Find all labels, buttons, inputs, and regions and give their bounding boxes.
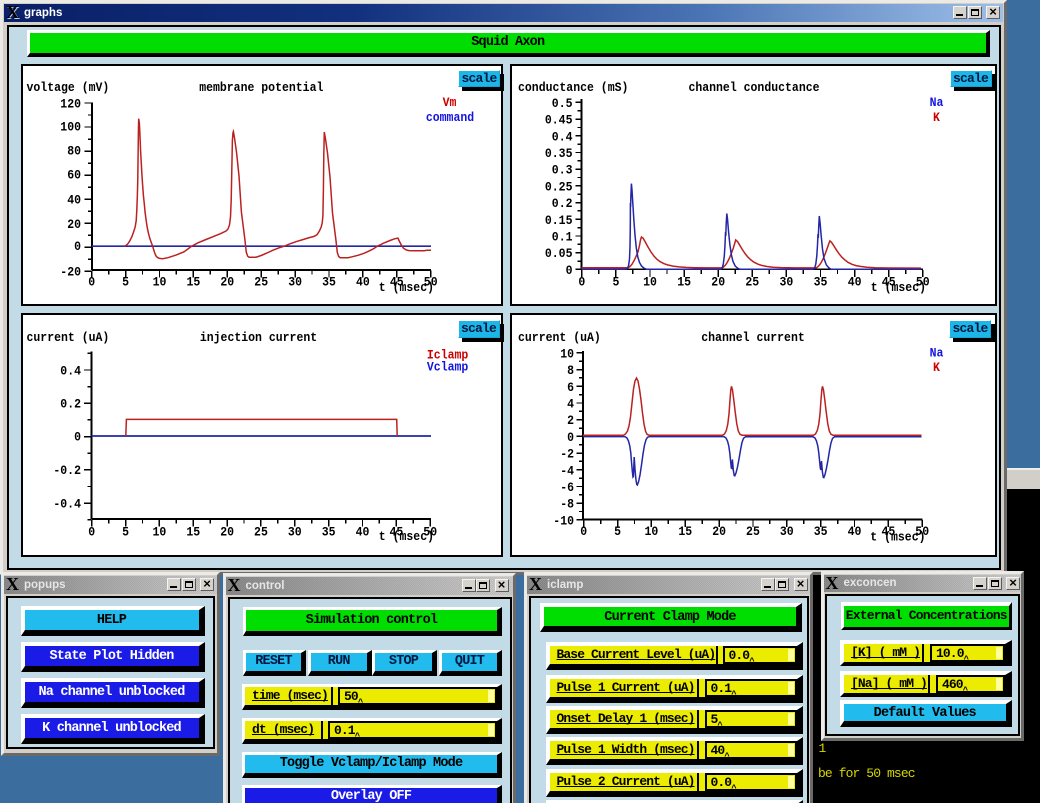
svg-text:40: 40 bbox=[848, 275, 862, 290]
svg-text:-0.4: -0.4 bbox=[53, 497, 81, 512]
svg-text:25: 25 bbox=[745, 275, 759, 290]
svg-text:t (msec): t (msec) bbox=[871, 280, 926, 295]
svg-text:25: 25 bbox=[254, 275, 268, 290]
svg-text:0: 0 bbox=[567, 430, 574, 445]
svg-text:35: 35 bbox=[322, 525, 336, 540]
svg-text:Vm: Vm bbox=[443, 95, 457, 110]
svg-text:Na: Na bbox=[930, 346, 944, 361]
svg-text:4: 4 bbox=[567, 397, 574, 412]
svg-text:5: 5 bbox=[614, 524, 621, 539]
svg-text:t (msec): t (msec) bbox=[379, 280, 434, 295]
svg-text:0.5: 0.5 bbox=[552, 96, 573, 111]
svg-text:membrane potential: membrane potential bbox=[199, 80, 323, 95]
svg-text:current (uA): current (uA) bbox=[518, 330, 601, 345]
svg-text:35: 35 bbox=[814, 524, 828, 539]
svg-text:K: K bbox=[933, 110, 940, 125]
svg-text:30: 30 bbox=[288, 275, 302, 290]
svg-text:0.3: 0.3 bbox=[552, 163, 573, 178]
svg-text:2: 2 bbox=[567, 413, 574, 428]
svg-text:5: 5 bbox=[122, 525, 129, 540]
svg-text:30: 30 bbox=[780, 275, 794, 290]
svg-text:t (msec): t (msec) bbox=[870, 530, 925, 545]
svg-text:20: 20 bbox=[220, 275, 234, 290]
svg-text:10: 10 bbox=[153, 275, 167, 290]
svg-text:0: 0 bbox=[580, 524, 587, 539]
svg-text:injection current: injection current bbox=[200, 330, 317, 345]
svg-text:-10: -10 bbox=[553, 513, 574, 528]
svg-text:0.1: 0.1 bbox=[552, 230, 573, 245]
svg-text:0: 0 bbox=[74, 239, 81, 254]
svg-text:25: 25 bbox=[254, 525, 268, 540]
svg-text:-4: -4 bbox=[560, 463, 574, 478]
svg-text:0.2: 0.2 bbox=[552, 196, 573, 211]
svg-text:K: K bbox=[933, 360, 940, 375]
svg-text:15: 15 bbox=[677, 275, 691, 290]
svg-text:40: 40 bbox=[356, 525, 370, 540]
svg-text:0: 0 bbox=[74, 430, 81, 445]
svg-text:30: 30 bbox=[288, 525, 302, 540]
svg-text:120: 120 bbox=[60, 97, 81, 112]
svg-text:35: 35 bbox=[322, 275, 336, 290]
svg-text:0: 0 bbox=[88, 525, 95, 540]
svg-text:20: 20 bbox=[711, 275, 725, 290]
svg-text:channel current: channel current bbox=[701, 330, 805, 345]
svg-text:100: 100 bbox=[60, 120, 81, 135]
svg-text:10: 10 bbox=[560, 346, 574, 361]
svg-text:25: 25 bbox=[746, 524, 760, 539]
svg-text:15: 15 bbox=[678, 524, 692, 539]
svg-text:10: 10 bbox=[153, 525, 167, 540]
svg-text:0.15: 0.15 bbox=[545, 213, 573, 228]
svg-text:60: 60 bbox=[67, 167, 81, 182]
svg-text:0: 0 bbox=[578, 275, 585, 290]
svg-text:0.4: 0.4 bbox=[60, 364, 81, 379]
svg-text:-8: -8 bbox=[560, 497, 574, 512]
svg-text:10: 10 bbox=[645, 524, 659, 539]
svg-text:30: 30 bbox=[780, 524, 794, 539]
svg-text:0: 0 bbox=[88, 275, 95, 290]
svg-text:channel conductance: channel conductance bbox=[688, 80, 819, 95]
svg-text:40: 40 bbox=[67, 193, 81, 208]
svg-text:Vclamp: Vclamp bbox=[427, 360, 469, 375]
svg-text:35: 35 bbox=[814, 275, 828, 290]
svg-text:0.2: 0.2 bbox=[60, 397, 81, 412]
svg-text:conductance (mS): conductance (mS) bbox=[518, 80, 628, 95]
svg-text:5: 5 bbox=[612, 275, 619, 290]
svg-text:8: 8 bbox=[567, 363, 574, 378]
svg-text:Na: Na bbox=[930, 95, 944, 110]
svg-text:0.25: 0.25 bbox=[545, 179, 573, 194]
svg-text:5: 5 bbox=[122, 275, 129, 290]
svg-text:20: 20 bbox=[67, 217, 81, 232]
svg-text:15: 15 bbox=[187, 275, 201, 290]
svg-text:0: 0 bbox=[566, 263, 573, 278]
svg-text:40: 40 bbox=[356, 275, 370, 290]
svg-text:0.35: 0.35 bbox=[545, 146, 573, 161]
svg-text:0.45: 0.45 bbox=[545, 113, 573, 128]
svg-text:15: 15 bbox=[186, 525, 200, 540]
svg-text:voltage (mV): voltage (mV) bbox=[27, 80, 110, 95]
svg-text:80: 80 bbox=[67, 143, 81, 158]
svg-text:0.05: 0.05 bbox=[545, 246, 573, 261]
svg-text:current (uA): current (uA) bbox=[27, 330, 110, 345]
svg-text:-2: -2 bbox=[560, 447, 574, 462]
svg-text:40: 40 bbox=[848, 524, 862, 539]
svg-text:0.4: 0.4 bbox=[552, 129, 573, 144]
svg-text:t (msec): t (msec) bbox=[379, 529, 434, 544]
svg-text:20: 20 bbox=[712, 524, 726, 539]
svg-text:6: 6 bbox=[567, 380, 574, 395]
svg-text:-0.2: -0.2 bbox=[53, 463, 81, 478]
svg-text:10: 10 bbox=[643, 275, 657, 290]
svg-text:-20: -20 bbox=[60, 265, 81, 280]
svg-text:-6: -6 bbox=[560, 480, 574, 495]
svg-text:command: command bbox=[426, 110, 474, 125]
svg-text:20: 20 bbox=[220, 525, 234, 540]
